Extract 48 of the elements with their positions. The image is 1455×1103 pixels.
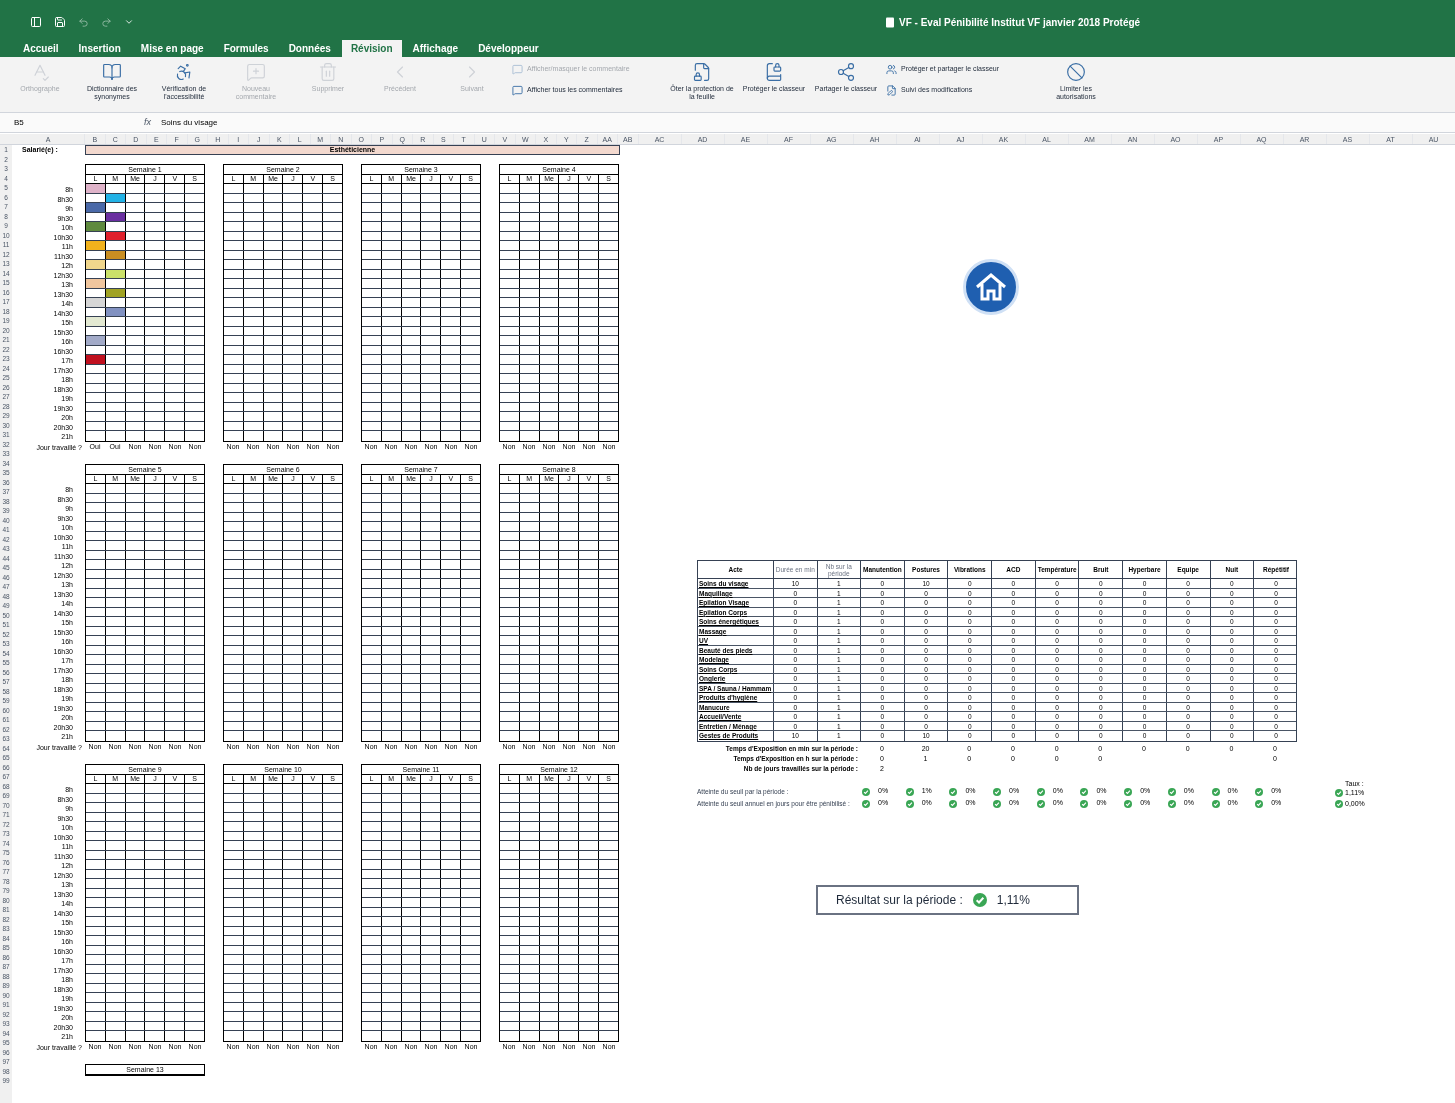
- schedule-cell[interactable]: [105, 288, 126, 297]
- caret-icon[interactable]: [124, 17, 134, 27]
- schedule-cell[interactable]: [105, 250, 126, 259]
- schedule-cell[interactable]: [86, 203, 106, 212]
- file-edit-icon: [886, 85, 897, 96]
- schedule-cell[interactable]: [86, 336, 106, 345]
- house-icon: [975, 272, 1007, 302]
- home-button[interactable]: [963, 259, 1019, 315]
- schedule-cell[interactable]: [86, 241, 106, 250]
- schedule-cell[interactable]: [86, 298, 106, 307]
- ribbon-tab[interactable]: Accueil: [14, 40, 68, 57]
- schedule-cell[interactable]: [105, 307, 126, 316]
- ribbon-tab[interactable]: Formules: [214, 40, 278, 57]
- ribbon-tab[interactable]: Affichage: [403, 40, 468, 57]
- schedule-cell[interactable]: [105, 212, 126, 221]
- schedule-cell[interactable]: [86, 222, 106, 231]
- schedule-cell[interactable]: [105, 269, 126, 278]
- schedule-cell[interactable]: [105, 193, 126, 202]
- book-icon: [102, 62, 122, 82]
- ban-icon: [1066, 62, 1086, 82]
- save-icon[interactable]: [54, 16, 66, 28]
- ribbon-tab[interactable]: Mise en page: [131, 40, 213, 57]
- formula-input[interactable]: Soins du visage: [161, 116, 218, 129]
- share-icon: [836, 62, 856, 82]
- schedule-cell[interactable]: [105, 231, 126, 240]
- schedule-cell[interactable]: [86, 279, 106, 288]
- file-lock-icon: [692, 62, 712, 82]
- comment-icon: [512, 85, 523, 96]
- ribbon-tab[interactable]: Révision: [341, 40, 402, 57]
- schedule-cell[interactable]: [86, 355, 106, 364]
- name-box[interactable]: B5: [14, 116, 64, 129]
- document-icon: [885, 17, 895, 28]
- book-lock-icon: [764, 62, 784, 82]
- ribbon-tab[interactable]: Insertion: [69, 40, 130, 57]
- schedule-cell[interactable]: [86, 317, 106, 326]
- sidebar-icon[interactable]: [30, 16, 42, 28]
- users-icon: [886, 64, 897, 75]
- comment-plus-icon: [246, 62, 266, 82]
- comment-icon: [512, 64, 523, 75]
- ribbon-tab[interactable]: Développeur: [469, 40, 548, 57]
- ribbon-tab[interactable]: Données: [279, 40, 340, 57]
- schedule-cell[interactable]: [86, 260, 106, 269]
- result-value: 1,11%: [996, 891, 1030, 909]
- result-label: Résultat sur la période :: [836, 891, 963, 909]
- trash-icon: [318, 62, 338, 82]
- schedule-cell[interactable]: [86, 184, 106, 193]
- fx-label: fx: [144, 115, 151, 129]
- window-title: VF - Eval Pénibilité Institut VF janvier 2018 Protégé: [899, 16, 1141, 30]
